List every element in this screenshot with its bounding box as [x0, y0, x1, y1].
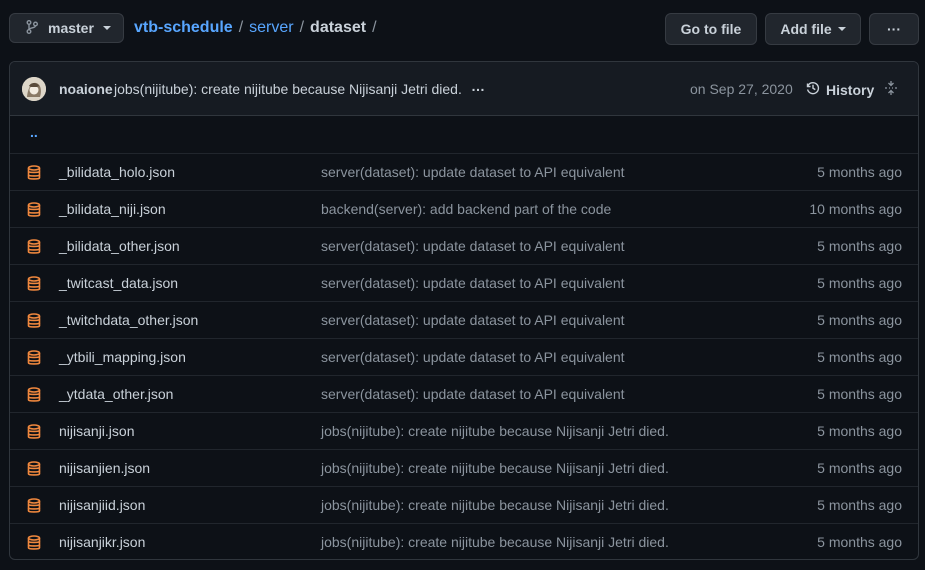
file-commit-age: 5 months ago: [817, 238, 902, 254]
file-row[interactable]: nijisanjikr.json jobs(nijitube): create …: [10, 523, 918, 559]
kebab-icon: ···: [887, 21, 901, 37]
database-file-icon: [27, 276, 41, 295]
database-file-icon: [27, 424, 41, 443]
file-name-link[interactable]: _twitchdata_other.json: [59, 312, 198, 328]
file-commit-message-link[interactable]: server(dataset): update dataset to API e…: [321, 275, 625, 291]
breadcrumb-folder-link[interactable]: server: [249, 19, 293, 37]
chevron-down-icon: [837, 27, 846, 31]
file-commit-message-link[interactable]: jobs(nijitube): create nijitube because …: [321, 534, 669, 550]
file-name-link[interactable]: nijisanjiid.json: [59, 497, 145, 513]
file-name-link[interactable]: _ytbili_mapping.json: [59, 349, 186, 365]
parent-directory-row[interactable]: ..: [10, 116, 918, 153]
file-row[interactable]: _ytdata_other.json server(dataset): upda…: [10, 375, 918, 412]
file-commit-age: 10 months ago: [809, 201, 902, 217]
branch-selector-button[interactable]: master: [9, 13, 124, 43]
git-branch-icon: [26, 19, 48, 37]
file-name-link[interactable]: nijisanji.json: [59, 423, 134, 439]
file-commit-message-link[interactable]: server(dataset): update dataset to API e…: [321, 312, 625, 328]
commit-message[interactable]: jobs(nijitube): create nijitube because …: [114, 81, 462, 97]
file-row[interactable]: _bilidata_holo.json server(dataset): upd…: [10, 153, 918, 190]
chevron-down-icon: [102, 26, 111, 30]
file-row[interactable]: _ytbili_mapping.json server(dataset): up…: [10, 338, 918, 375]
database-file-icon: [27, 202, 41, 221]
database-file-icon: [27, 461, 41, 480]
file-row[interactable]: nijisanji.json jobs(nijitube): create ni…: [10, 412, 918, 449]
parent-directory-link[interactable]: ..: [30, 124, 38, 140]
file-commit-message-link[interactable]: server(dataset): update dataset to API e…: [321, 238, 625, 254]
commit-date: on Sep 27, 2020: [690, 81, 793, 97]
commit-author[interactable]: noaione: [59, 81, 113, 97]
file-commit-message-link[interactable]: jobs(nijitube): create nijitube because …: [321, 497, 669, 513]
file-name-link[interactable]: _ytdata_other.json: [59, 386, 173, 402]
file-commit-message-link[interactable]: server(dataset): update dataset to API e…: [321, 349, 625, 365]
history-icon: [805, 80, 826, 99]
breadcrumb-separator: /: [238, 19, 244, 36]
avatar[interactable]: [22, 77, 46, 101]
expand-commit-button[interactable]: …: [471, 78, 486, 94]
add-file-button[interactable]: Add file: [765, 13, 861, 45]
file-name-link[interactable]: nijisanjien.json: [59, 460, 150, 476]
fold-icon[interactable]: [883, 80, 899, 99]
file-commit-age: 5 months ago: [817, 349, 902, 365]
file-name-link[interactable]: _bilidata_holo.json: [59, 164, 175, 180]
add-file-label: Add file: [780, 21, 832, 37]
history-label: History: [826, 81, 875, 98]
history-link[interactable]: History: [805, 80, 874, 99]
go-to-file-label: Go to file: [680, 21, 742, 37]
file-commit-message-link[interactable]: jobs(nijitube): create nijitube because …: [321, 460, 669, 476]
breadcrumb-current: dataset: [310, 19, 367, 36]
file-commit-age: 5 months ago: [817, 275, 902, 291]
file-commit-age: 5 months ago: [817, 460, 902, 476]
file-row[interactable]: _twitcast_data.json server(dataset): upd…: [10, 264, 918, 301]
database-file-icon: [27, 239, 41, 258]
file-row[interactable]: nijisanjien.json jobs(nijitube): create …: [10, 449, 918, 486]
file-name-link[interactable]: _bilidata_other.json: [59, 238, 180, 254]
file-name-link[interactable]: _twitcast_data.json: [59, 275, 178, 291]
file-commit-message-link[interactable]: jobs(nijitube): create nijitube because …: [321, 423, 669, 439]
database-file-icon: [27, 498, 41, 517]
breadcrumb: vtb-schedule / server / dataset /: [134, 19, 383, 37]
file-name-link[interactable]: _bilidata_niji.json: [59, 201, 166, 217]
file-row[interactable]: _twitchdata_other.json server(dataset): …: [10, 301, 918, 338]
top-bar: master vtb-schedule / server / dataset /…: [9, 13, 919, 46]
file-commit-message-link[interactable]: server(dataset): update dataset to API e…: [321, 386, 625, 402]
file-row[interactable]: nijisanjiid.json jobs(nijitube): create …: [10, 486, 918, 523]
database-file-icon: [27, 350, 41, 369]
file-browser-panel: noaione jobs(nijitube): create nijitube …: [9, 61, 919, 560]
more-options-button[interactable]: ···: [869, 13, 919, 45]
database-file-icon: [27, 165, 41, 184]
file-commit-age: 5 months ago: [817, 423, 902, 439]
file-list: _bilidata_holo.json server(dataset): upd…: [10, 153, 918, 559]
file-commit-age: 5 months ago: [817, 312, 902, 328]
file-row[interactable]: _bilidata_other.json server(dataset): up…: [10, 227, 918, 264]
database-file-icon: [27, 313, 41, 332]
file-row[interactable]: _bilidata_niji.json backend(server): add…: [10, 190, 918, 227]
breadcrumb-repo-link[interactable]: vtb-schedule: [134, 19, 233, 37]
file-commit-age: 5 months ago: [817, 386, 902, 402]
breadcrumb-separator: /: [299, 19, 305, 36]
file-commit-age: 5 months ago: [817, 534, 902, 550]
latest-commit-bar: noaione jobs(nijitube): create nijitube …: [10, 62, 918, 116]
file-commit-message-link[interactable]: backend(server): add backend part of the…: [321, 201, 611, 217]
file-commit-age: 5 months ago: [817, 497, 902, 513]
file-commit-age: 5 months ago: [817, 164, 902, 180]
database-file-icon: [27, 387, 41, 406]
go-to-file-button[interactable]: Go to file: [665, 13, 757, 45]
breadcrumb-separator: /: [372, 19, 377, 36]
database-file-icon: [27, 535, 41, 554]
file-commit-message-link[interactable]: server(dataset): update dataset to API e…: [321, 164, 625, 180]
branch-name: master: [48, 20, 94, 36]
file-name-link[interactable]: nijisanjikr.json: [59, 534, 145, 550]
